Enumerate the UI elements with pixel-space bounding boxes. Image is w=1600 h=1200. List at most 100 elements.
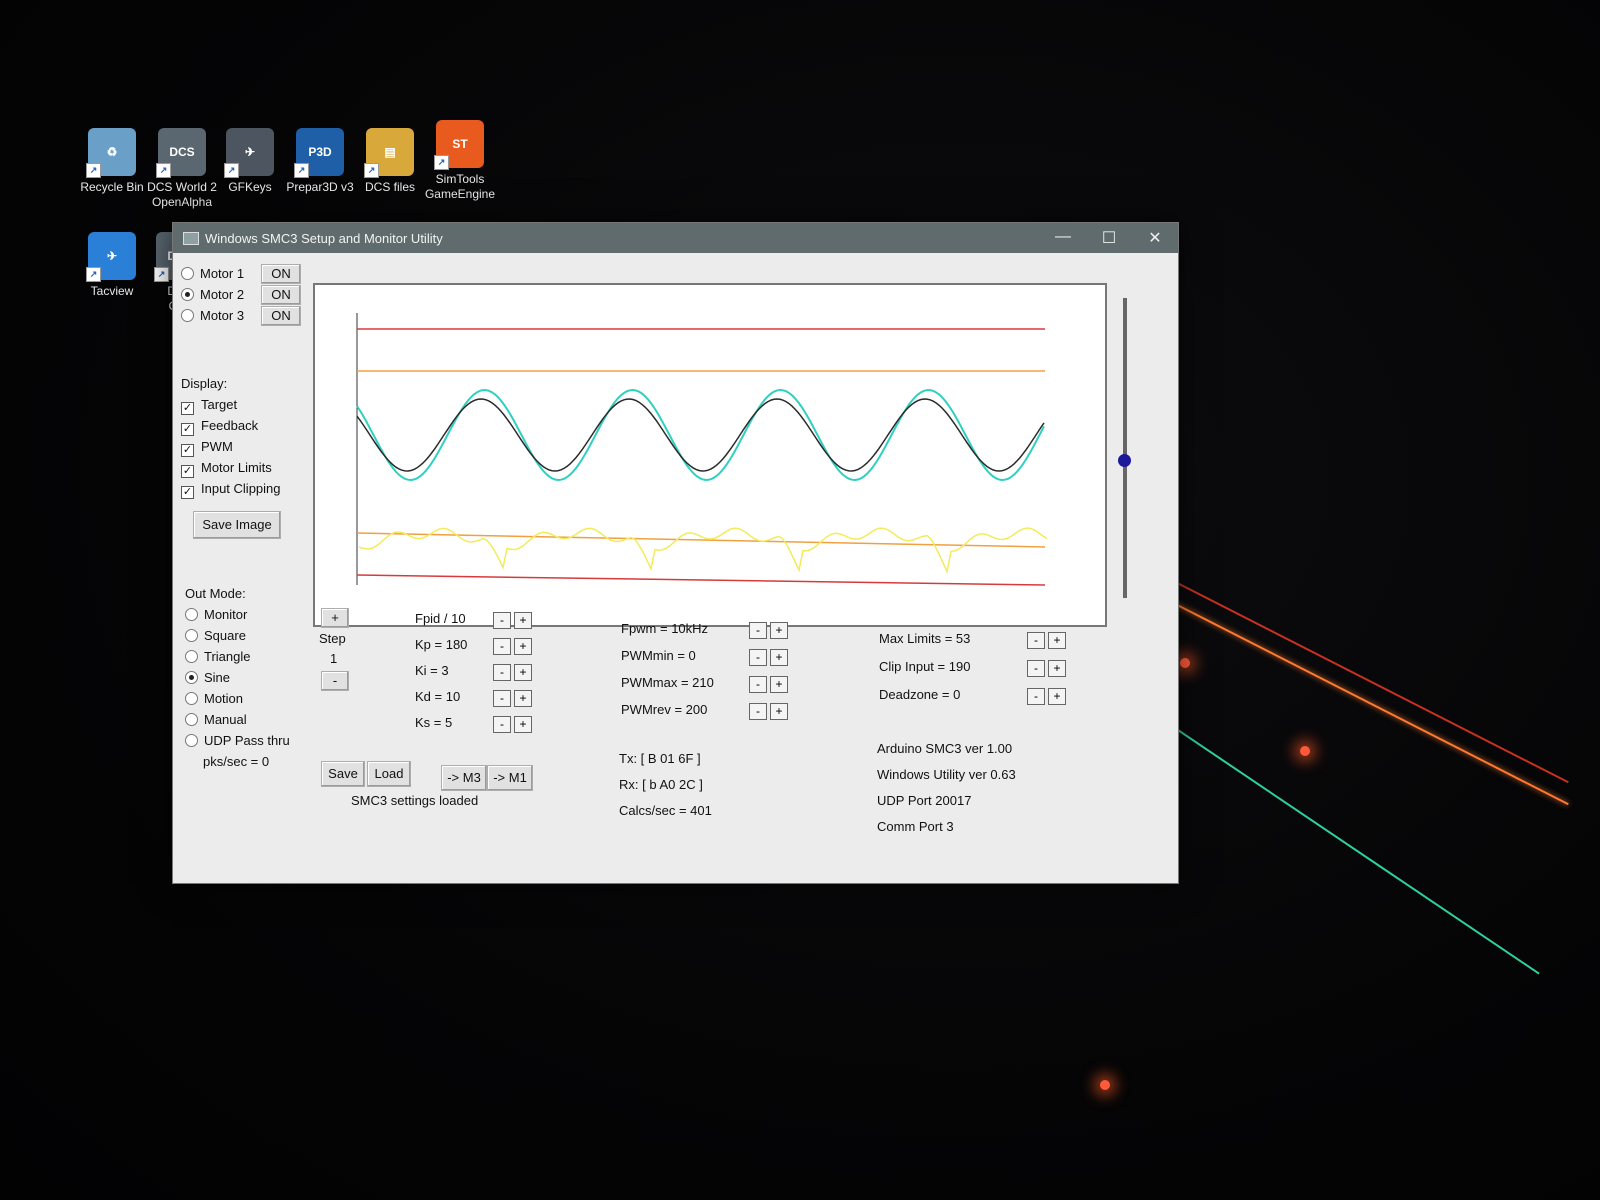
shortcut-arrow-icon: ↗ [364, 163, 379, 178]
param-adjust: - + [749, 703, 788, 720]
manual-slider[interactable] [1118, 298, 1131, 598]
increment-button[interactable]: + [514, 664, 532, 681]
checkbox[interactable]: ✓ [181, 444, 194, 457]
out-mode-radio[interactable] [185, 692, 198, 705]
shortcut-arrow-icon: ↗ [224, 163, 239, 178]
copy-to-m1-button[interactable]: -> M1 [487, 765, 533, 791]
increment-button[interactable]: + [770, 649, 788, 666]
title-bar[interactable]: Windows SMC3 Setup and Monitor Utility —… [173, 223, 1178, 253]
app-icon [183, 231, 199, 245]
desktop-icon[interactable]: P3D ↗ Prepar3D v3 [280, 128, 360, 195]
app-shortcut-icon: ✈ ↗ [86, 232, 136, 282]
increment-button[interactable]: + [514, 690, 532, 707]
out-mode-radio[interactable] [185, 734, 198, 747]
save-button[interactable]: Save [321, 761, 365, 787]
increment-button[interactable]: + [514, 612, 532, 629]
display-option[interactable]: ✓ Input Clipping [181, 478, 301, 499]
desktop-icon[interactable]: ST ↗ SimTools GameEngine [420, 120, 500, 202]
out-mode-option[interactable]: Motion [185, 688, 315, 709]
motor-radio[interactable] [181, 309, 194, 322]
desktop-icon[interactable]: ♻ ↗ Recycle Bin [72, 128, 152, 195]
graph-canvas [356, 313, 1048, 586]
increment-button[interactable]: + [1048, 688, 1066, 705]
display-option-label: Input Clipping [201, 481, 281, 496]
decrement-button[interactable]: - [493, 690, 511, 707]
out-mode-option[interactable]: Manual [185, 709, 315, 730]
slider-thumb[interactable] [1118, 454, 1131, 467]
display-option[interactable]: ✓ Motor Limits [181, 457, 301, 478]
motor-on-button[interactable]: ON [261, 285, 301, 305]
checkbox[interactable]: ✓ [181, 465, 194, 478]
motor-radio[interactable] [181, 288, 194, 301]
motor-on-button[interactable]: ON [261, 306, 301, 326]
settings-status: SMC3 settings loaded [351, 793, 479, 808]
out-mode-label: Motion [204, 691, 244, 706]
app-shortcut-icon: ♻ ↗ [86, 128, 136, 178]
decrement-button[interactable]: - [1027, 660, 1045, 677]
increment-button[interactable]: + [770, 622, 788, 639]
decrement-button[interactable]: - [749, 703, 767, 720]
out-mode-option[interactable]: Square [185, 625, 315, 646]
desktop-icon[interactable]: ▤ ↗ DCS files [350, 128, 430, 195]
display-option[interactable]: ✓ Feedback [181, 415, 301, 436]
smc3-window: Windows SMC3 Setup and Monitor Utility —… [172, 222, 1179, 884]
increment-button[interactable]: + [770, 676, 788, 693]
app-shortcut-icon: P3D ↗ [294, 128, 344, 178]
shortcut-arrow-icon: ↗ [86, 267, 101, 282]
out-mode-option[interactable]: UDP Pass thru [185, 730, 315, 751]
checkbox[interactable]: ✓ [181, 402, 194, 415]
utility-version: Windows Utility ver 0.63 [877, 767, 1016, 782]
increment-button[interactable]: + [1048, 632, 1066, 649]
icon-glyph: ✈ [106, 248, 118, 263]
display-option[interactable]: ✓ PWM [181, 436, 301, 457]
decrement-button[interactable]: - [493, 664, 511, 681]
out-mode-radio[interactable] [185, 671, 198, 684]
icon-glyph: ST [452, 136, 468, 151]
param-adjust: - + [749, 622, 788, 639]
out-mode-option[interactable]: Sine [185, 667, 315, 688]
minimize-button[interactable]: — [1040, 228, 1086, 248]
param-label: PWMmax = 210 [621, 675, 714, 690]
motor-radio[interactable] [181, 267, 194, 280]
desktop-icon[interactable]: ✈ ↗ GFKeys [210, 128, 290, 195]
param-label: Deadzone = 0 [879, 687, 961, 702]
display-option[interactable]: ✓ Target [181, 394, 301, 415]
step-minus-button[interactable]: - [321, 671, 349, 691]
param-adjust: - + [749, 649, 788, 666]
load-button[interactable]: Load [367, 761, 411, 787]
step-label: Step [319, 631, 346, 646]
motor-on-button[interactable]: ON [261, 264, 301, 284]
out-mode-option[interactable]: Triangle [185, 646, 315, 667]
out-mode-radio[interactable] [185, 629, 198, 642]
icon-label: Prepar3D v3 [286, 180, 354, 194]
decrement-button[interactable]: - [749, 649, 767, 666]
increment-button[interactable]: + [770, 703, 788, 720]
decrement-button[interactable]: - [1027, 688, 1045, 705]
motor-selector: Motor 1 ON Motor 2 ON Motor 3 ON [181, 263, 306, 326]
decrement-button[interactable]: - [493, 716, 511, 733]
step-plus-button[interactable]: + [321, 608, 349, 628]
increment-button[interactable]: + [514, 716, 532, 733]
checkbox[interactable]: ✓ [181, 486, 194, 499]
checkbox[interactable]: ✓ [181, 423, 194, 436]
app-shortcut-icon: ST ↗ [434, 120, 484, 170]
decrement-button[interactable]: - [1027, 632, 1045, 649]
out-mode-radio[interactable] [185, 650, 198, 663]
decrement-button[interactable]: - [749, 622, 767, 639]
comm-port: Comm Port 3 [877, 819, 954, 834]
increment-button[interactable]: + [514, 638, 532, 655]
icon-glyph: ▤ [384, 144, 396, 159]
decrement-button[interactable]: - [749, 676, 767, 693]
close-button[interactable]: ✕ [1132, 228, 1178, 248]
motor-label: Motor 3 [200, 308, 245, 323]
decrement-button[interactable]: - [493, 638, 511, 655]
out-mode-radio[interactable] [185, 608, 198, 621]
save-image-button[interactable]: Save Image [193, 511, 281, 539]
out-mode-option[interactable]: Monitor [185, 604, 315, 625]
increment-button[interactable]: + [1048, 660, 1066, 677]
copy-to-m3-button[interactable]: -> M3 [441, 765, 487, 791]
maximize-button[interactable]: ☐ [1086, 228, 1132, 248]
out-mode-radio[interactable] [185, 713, 198, 726]
param-label: Fpwm = 10kHz [621, 621, 709, 636]
decrement-button[interactable]: - [493, 612, 511, 629]
